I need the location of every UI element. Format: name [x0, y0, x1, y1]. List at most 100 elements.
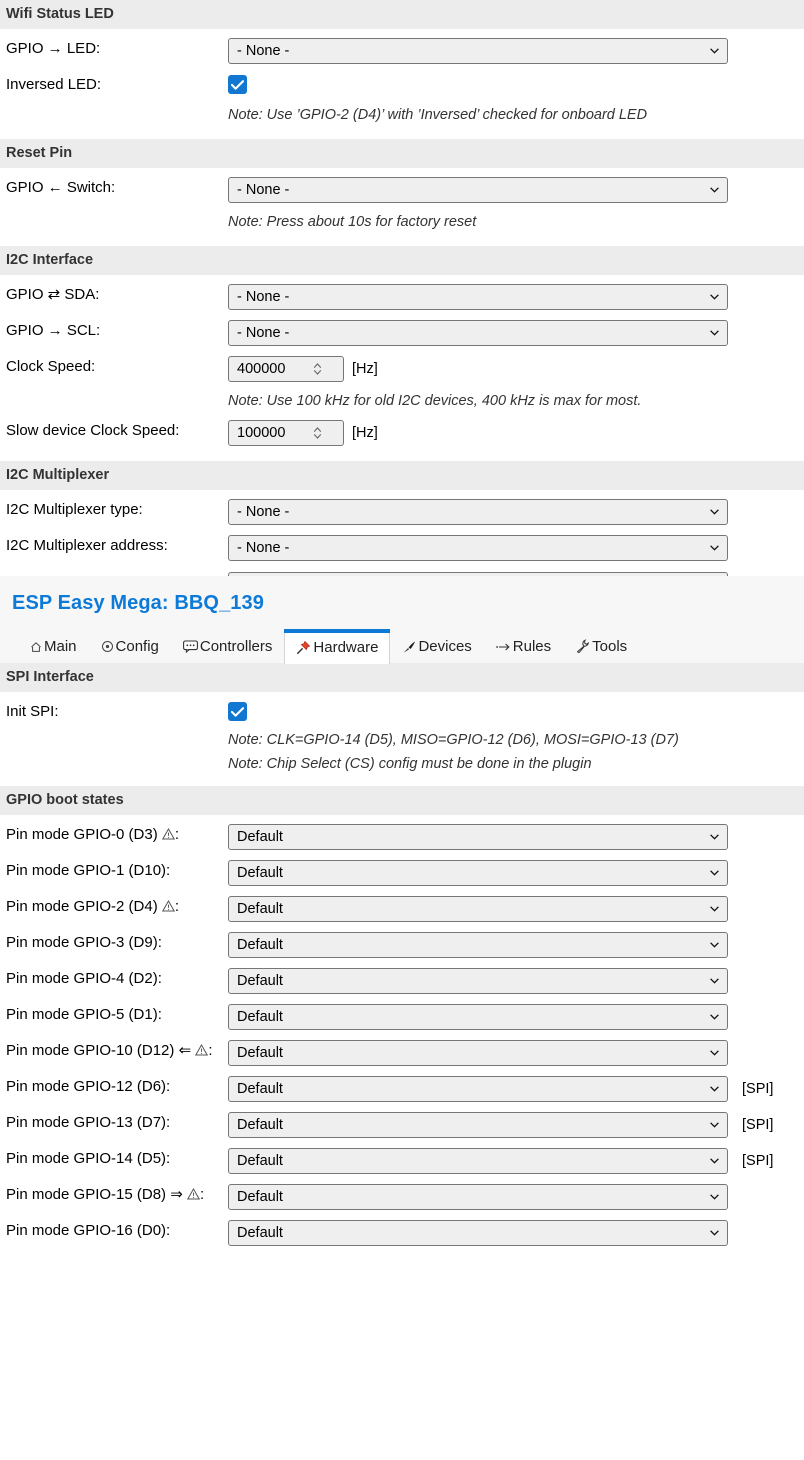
checkbox-init-spi[interactable]: [228, 702, 247, 721]
section-header-spi-interface: SPI Interface: [0, 663, 804, 692]
select-gpio-boot-state-wrap: Default: [228, 824, 728, 850]
select-gpio-boot-state[interactable]: Default: [228, 1184, 728, 1210]
select-gpio-boot-state-wrap: Default: [228, 968, 728, 994]
tab-devices[interactable]: Devices: [390, 630, 483, 663]
tab-main-label: Main: [44, 638, 77, 655]
label-i2c-clock-speed: Clock Speed:: [6, 358, 96, 375]
tab-controllers-label: Controllers: [199, 638, 273, 655]
label-i2c-mux-type: I2C Multiplexer type:: [6, 501, 143, 518]
tab-controllers[interactable]: Controllers: [171, 630, 285, 663]
row-i2c-sda: GPIO ⇄ SDA: - None -: [0, 279, 804, 315]
note-reset-pin: Note: Press about 10s for factory reset: [228, 214, 477, 230]
select-gpio-boot-state[interactable]: Default: [228, 896, 728, 922]
select-i2c-sda[interactable]: - None -: [228, 284, 728, 310]
label-gpio-boot-state: Pin mode GPIO-4 (D2):: [6, 970, 162, 987]
row-gpio-boot-state: Pin mode GPIO-10 (D12) ⇐ : Default: [0, 1035, 804, 1071]
gpio-boot-states-list: Pin mode GPIO-0 (D3) : Default Pin mode GP…: [0, 819, 804, 1251]
row-i2c-scl: GPIO → SCL: - None -: [0, 315, 804, 351]
select-i2c-scl[interactable]: - None -: [228, 320, 728, 346]
tab-config[interactable]: Config: [89, 630, 171, 663]
select-gpio-boot-state-wrap: Default: [228, 1040, 728, 1066]
tab-tools[interactable]: Tools: [563, 630, 639, 663]
direction-arrow-icon: ⇐: [178, 1042, 192, 1059]
row-init-spi: Init SPI:: [0, 696, 804, 728]
label-gpio-boot-state: Pin mode GPIO-13 (D7):: [6, 1114, 171, 1131]
checkbox-inversed-led[interactable]: [228, 75, 247, 94]
label-gpio-boot-state: Pin mode GPIO-10 (D12) ⇐ :: [0, 1035, 228, 1068]
select-gpio-boot-state[interactable]: Default: [228, 1040, 728, 1066]
row-i2c-clock-speed: Clock Speed: [Hz]: [0, 351, 804, 387]
select-i2c-mux-type[interactable]: - None -: [228, 499, 728, 525]
select-gpio-boot-state[interactable]: Default: [228, 1076, 728, 1102]
warning-icon: [186, 1186, 201, 1206]
input-i2c-clock-speed-wrap[interactable]: [228, 356, 344, 382]
home-icon: [30, 641, 42, 653]
select-gpio-boot-state[interactable]: Default: [228, 1220, 728, 1246]
row-gpio-led: GPIO → LED: - None -: [0, 33, 804, 69]
direction-arrow-icon: ⇒: [170, 1186, 183, 1203]
select-gpio-boot-state-wrap: Default: [228, 1004, 728, 1030]
note-spi-chip-select: Note: Chip Select (CS) config must be do…: [228, 756, 592, 772]
unit-i2c-clock-speed: [Hz]: [352, 361, 378, 377]
label-i2c-sda: GPIO ⇄ SDA:: [6, 286, 100, 303]
tab-hardware[interactable]: Hardware: [284, 629, 391, 664]
row-gpio-boot-state: Pin mode GPIO-15 (D8) ⇒ : Default: [0, 1179, 804, 1215]
app-header: ESP Easy Mega: BBQ_139 Main Config Contr…: [0, 576, 804, 664]
select-gpio-boot-state[interactable]: Default: [228, 968, 728, 994]
tab-devices-label: Devices: [418, 638, 472, 655]
spinner-icon[interactable]: [311, 425, 323, 441]
input-i2c-clock-speed[interactable]: [237, 361, 311, 377]
row-gpio-switch: GPIO ← Switch: - None -: [0, 172, 804, 208]
select-i2c-mux-address-wrap: - None -: [228, 535, 728, 561]
input-i2c-slow-clock-speed-wrap[interactable]: [228, 420, 344, 446]
select-gpio-switch-wrap: - None -: [228, 177, 728, 203]
pushpin-icon: [296, 640, 311, 655]
tab-rules[interactable]: Rules: [484, 630, 563, 663]
input-i2c-slow-clock-speed[interactable]: [237, 425, 311, 441]
select-gpio-led[interactable]: - None -: [228, 38, 728, 64]
row-gpio-boot-state: Pin mode GPIO-4 (D2): Default: [0, 963, 804, 999]
select-gpio-boot-state[interactable]: Default: [228, 932, 728, 958]
label-init-spi: Init SPI:: [6, 703, 59, 720]
select-gpio-boot-state[interactable]: Default: [228, 824, 728, 850]
label-i2c-slow-clock-speed: Slow device Clock Speed:: [6, 422, 180, 439]
note-spi-pins: Note: CLK=GPIO-14 (D5), MISO=GPIO-12 (D6…: [228, 732, 679, 748]
suffix-label-spi: [SPI]: [742, 1081, 774, 1097]
select-gpio-boot-state-wrap: Default: [228, 932, 728, 958]
select-gpio-boot-state[interactable]: Default: [228, 1004, 728, 1030]
section-header-reset-pin: Reset Pin: [0, 139, 804, 168]
row-gpio-boot-state: Pin mode GPIO-2 (D4) : Default: [0, 891, 804, 927]
select-gpio-switch[interactable]: - None -: [228, 177, 728, 203]
check-icon: [231, 706, 244, 717]
section-header-i2c-interface: I2C Interface: [0, 246, 804, 275]
gear-icon: [101, 640, 114, 653]
select-i2c-mux-type-wrap: - None -: [228, 499, 728, 525]
select-i2c-mux-address[interactable]: - None -: [228, 535, 728, 561]
select-i2c-scl-wrap: - None -: [228, 320, 728, 346]
tab-config-label: Config: [115, 638, 159, 655]
select-gpio-boot-state-wrap: Default: [228, 896, 728, 922]
spinner-icon[interactable]: [311, 361, 323, 377]
select-gpio-boot-state-wrap: Default: [228, 1112, 728, 1138]
label-gpio-boot-state: Pin mode GPIO-1 (D10):: [6, 862, 171, 879]
row-i2c-mux-address: I2C Multiplexer address: - None -: [0, 530, 804, 566]
label-gpio-boot-state: Pin mode GPIO-5 (D1):: [6, 1006, 162, 1023]
unit-i2c-slow-clock-speed: [Hz]: [352, 425, 378, 441]
row-gpio-boot-state: Pin mode GPIO-16 (D0): Default: [0, 1215, 804, 1251]
label-gpio-boot-state: Pin mode GPIO-15 (D8) ⇒ :: [0, 1179, 228, 1212]
row-i2c-slow-clock-speed: Slow device Clock Speed: [Hz]: [0, 415, 804, 451]
tab-main[interactable]: Main: [18, 630, 89, 663]
select-gpio-boot-state[interactable]: Default: [228, 860, 728, 886]
select-i2c-sda-wrap: - None -: [228, 284, 728, 310]
arrow-right-icon: [495, 641, 511, 653]
label-inversed-led: Inversed LED:: [6, 76, 102, 93]
warning-icon: [161, 898, 175, 918]
select-gpio-boot-state[interactable]: Default: [228, 1148, 728, 1174]
label-gpio-boot-state: Pin mode GPIO-12 (D6):: [6, 1078, 171, 1095]
row-gpio-boot-state: Pin mode GPIO-3 (D9): Default: [0, 927, 804, 963]
select-gpio-boot-state[interactable]: Default: [228, 1112, 728, 1138]
select-gpio-boot-state-wrap: Default: [228, 1148, 728, 1174]
page-title: ESP Easy Mega: BBQ_139: [12, 592, 264, 614]
wrench-icon: [575, 639, 590, 654]
select-gpio-boot-state-wrap: Default: [228, 1076, 728, 1102]
